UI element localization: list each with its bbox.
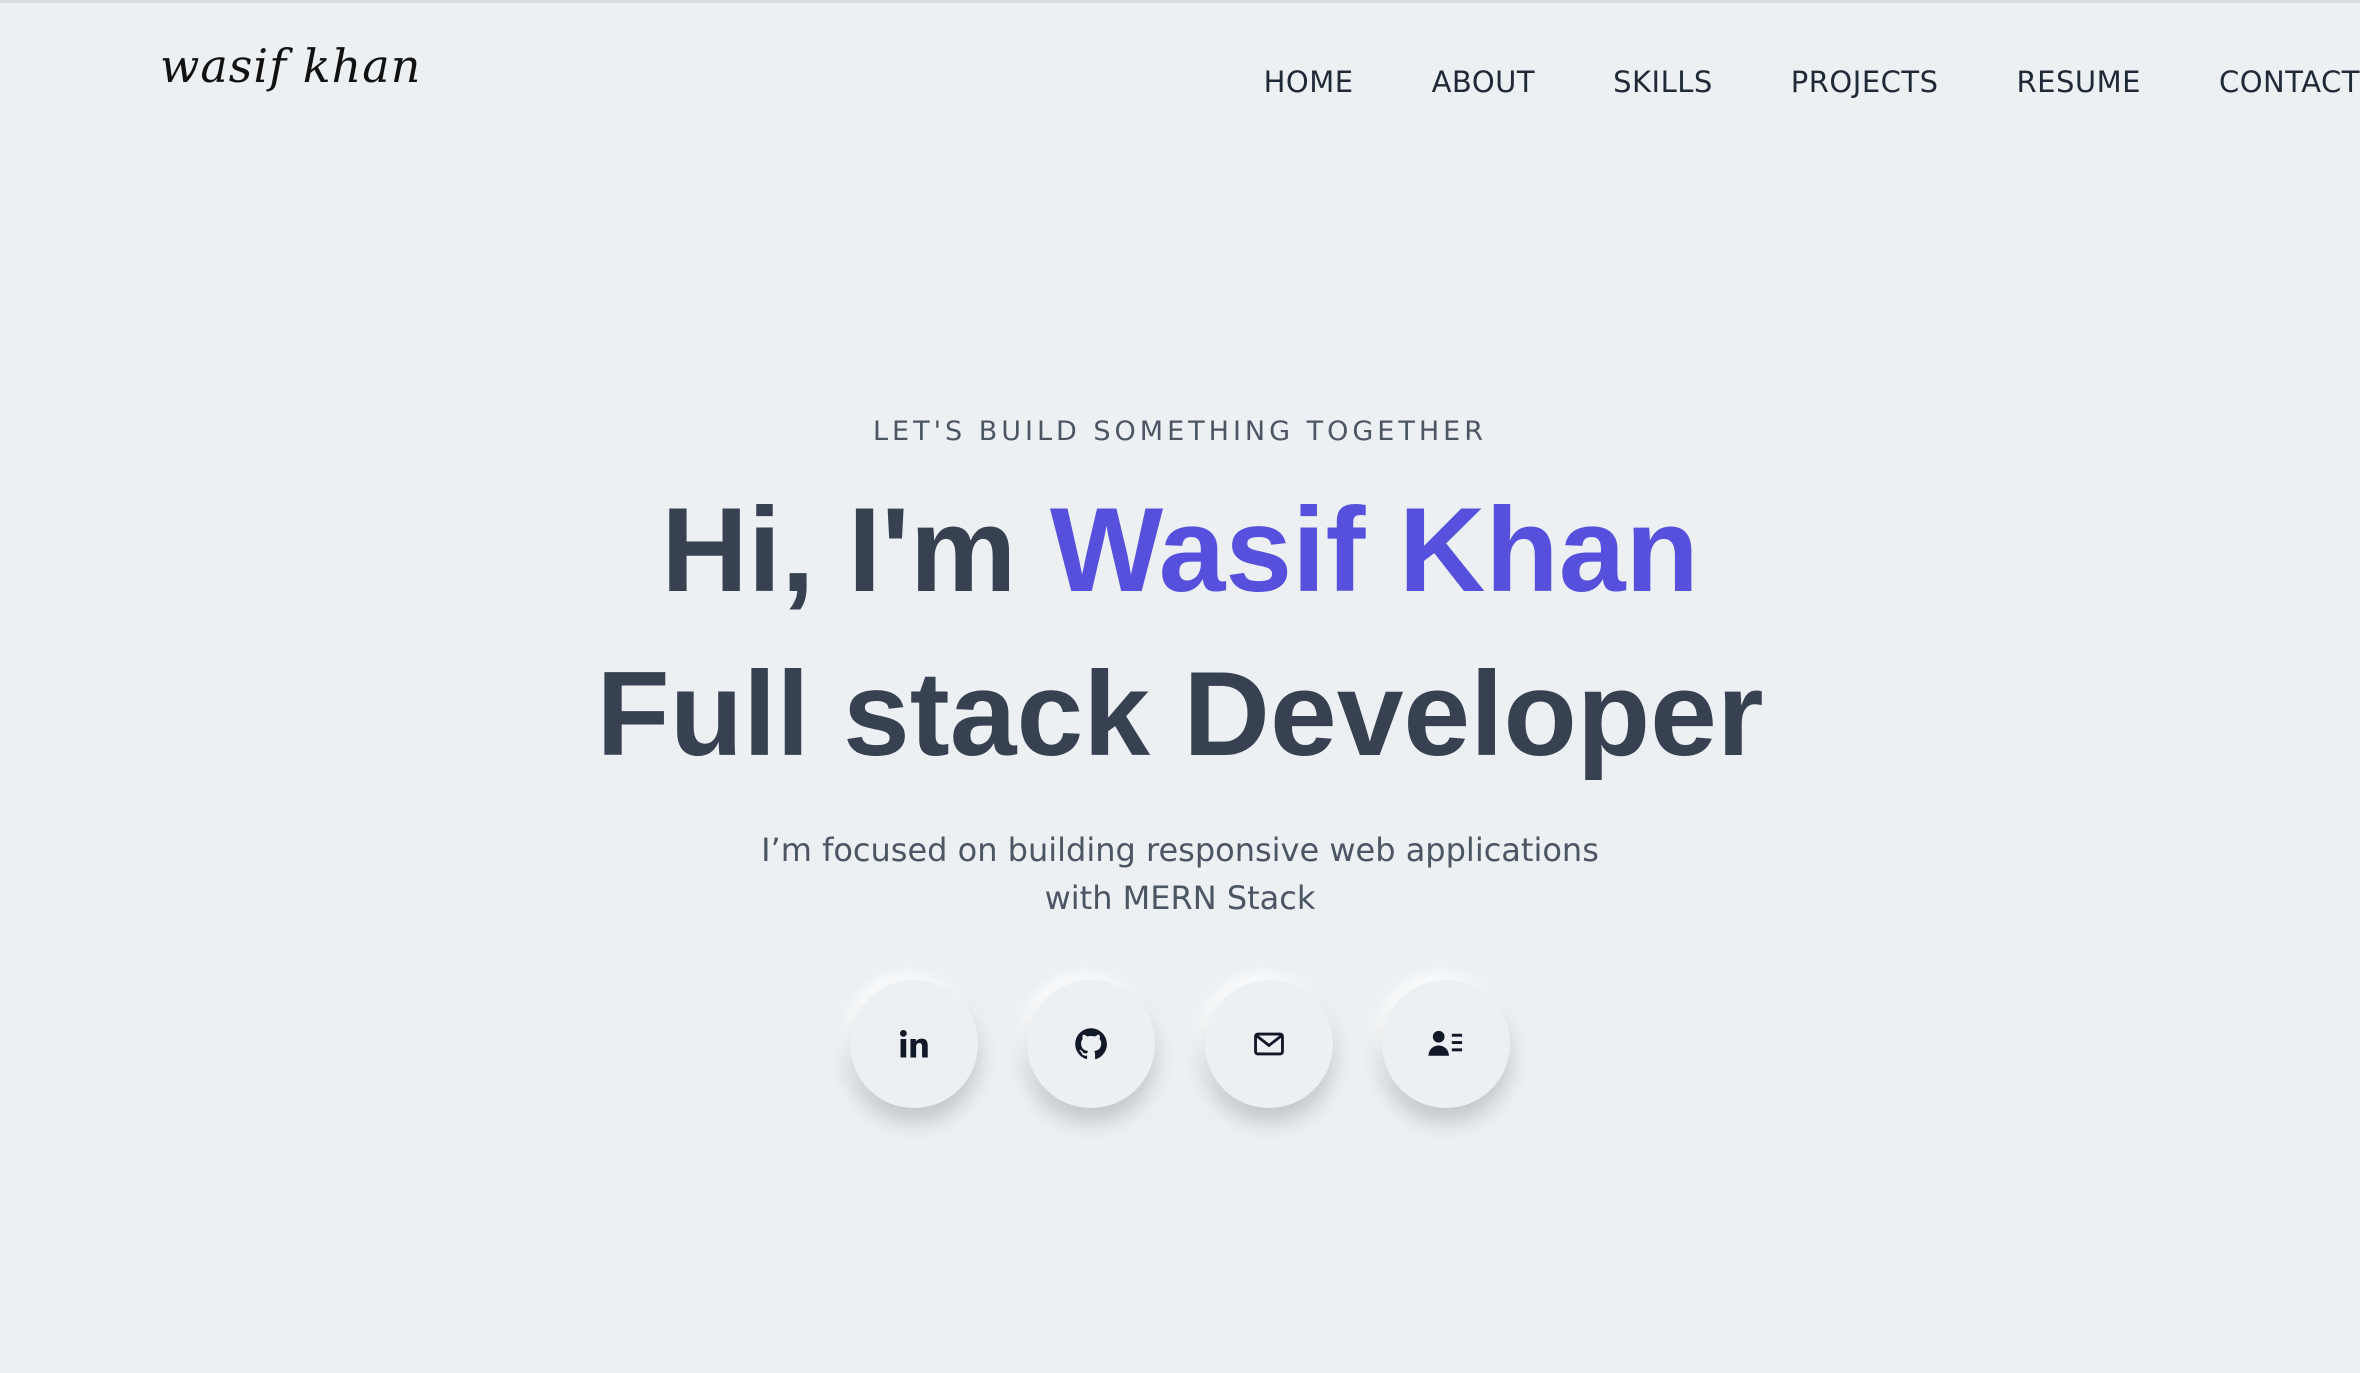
nav-item-skills[interactable]: SKILLS — [1613, 65, 1713, 99]
linkedin-button[interactable] — [850, 980, 978, 1108]
hero-section: LET'S BUILD SOMETHING TOGETHER Hi, I'm W… — [380, 410, 1980, 922]
contact-card-icon — [1428, 1030, 1463, 1056]
hero-role: Full stack Developer — [596, 647, 1764, 781]
mail-button[interactable] — [1204, 980, 1333, 1108]
nav-item-projects[interactable]: PROJECTS — [1791, 65, 1939, 99]
hero-eyebrow: LET'S BUILD SOMETHING TOGETHER — [873, 416, 1487, 447]
github-button[interactable] — [1027, 980, 1156, 1108]
hero-name: Wasif Khan — [1049, 483, 1699, 617]
nav-item-contact[interactable]: CONTACT — [2219, 65, 2360, 99]
github-icon — [1075, 1028, 1108, 1060]
hero-headline: Hi, I'm Wasif Khan — [380, 468, 1980, 632]
main-nav: HOME ABOUT SKILLS PROJECTS RESUME CONTAC… — [1210, 60, 2360, 104]
logo[interactable]: wasif khan — [160, 34, 421, 98]
hero-greeting: Hi, I'm — [661, 483, 1050, 617]
linkedin-icon — [899, 1029, 928, 1058]
nav-item-about[interactable]: ABOUT — [1432, 65, 1536, 99]
contact-card-button[interactable] — [1381, 980, 1510, 1108]
top-border — [0, 0, 2360, 3]
mail-icon — [1253, 1032, 1284, 1056]
hero-tagline: I’m focused on building responsive web a… — [761, 831, 1599, 917]
nav-item-home[interactable]: HOME — [1264, 65, 1354, 99]
social-links — [850, 980, 1510, 1110]
nav-item-resume[interactable]: RESUME — [2017, 65, 2141, 99]
